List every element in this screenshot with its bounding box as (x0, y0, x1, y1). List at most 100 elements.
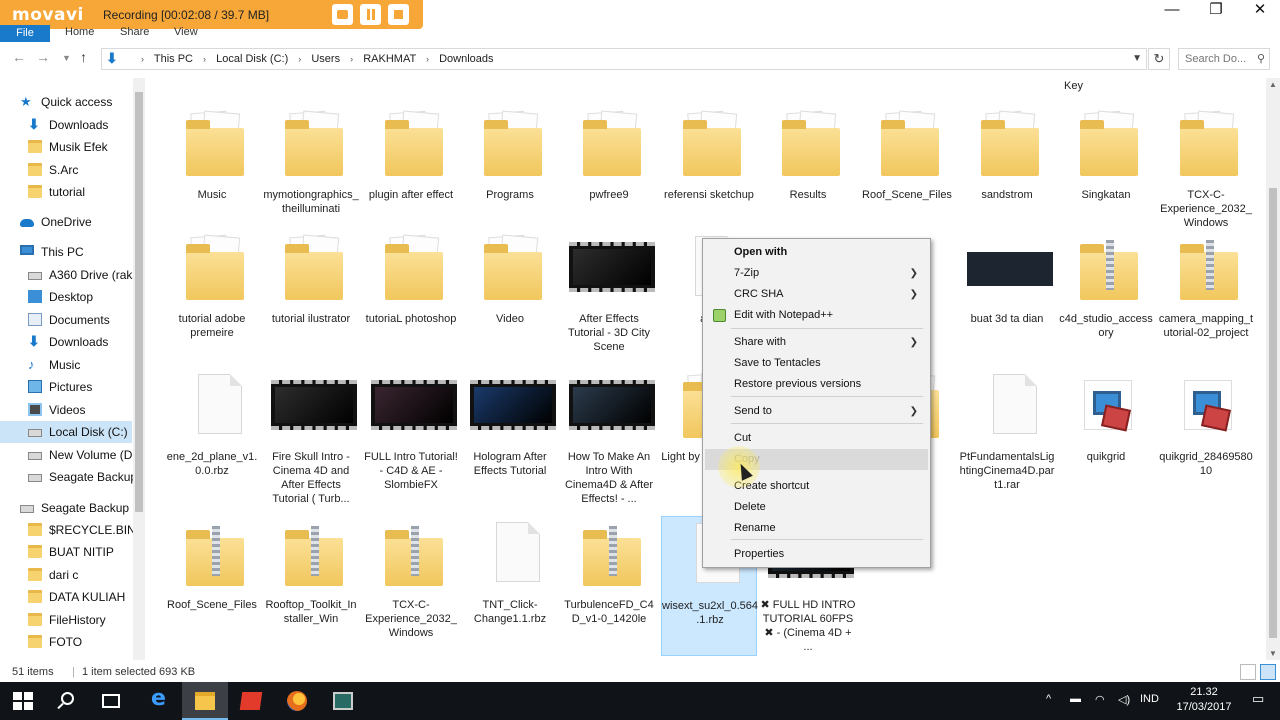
file-item[interactable]: buat 3d ta dian (959, 230, 1055, 370)
clock[interactable]: 21.32 17/03/2017 (1164, 685, 1244, 715)
file-item[interactable]: quikgrid (1058, 368, 1154, 508)
search-box[interactable]: ⚲ (1178, 48, 1270, 70)
menu-item[interactable]: CRC SHA ❯ (705, 284, 928, 305)
sidebar-item[interactable]: S.Arc (0, 159, 132, 181)
file-item[interactable]: How To Make An Intro With Cinema4D & Aft… (561, 368, 657, 508)
file-item[interactable]: TurbulenceFD_C4D_v1-0_1420le (561, 516, 657, 656)
minimize-button[interactable]: — (1150, 0, 1194, 22)
task-view-button[interactable] (89, 682, 135, 720)
sketchup-button[interactable] (228, 682, 274, 720)
search-input[interactable] (1185, 50, 1255, 68)
menu-item[interactable]: Rename (705, 518, 928, 539)
menu-item[interactable]: Properties (705, 544, 928, 565)
file-item[interactable]: mymotiongraphics_theilluminati (263, 106, 359, 246)
crumb-local-disk[interactable]: Local Disk (C:) (216, 53, 288, 65)
sidebar-item[interactable]: FileHistory (0, 609, 132, 631)
tab-view[interactable]: View (174, 26, 198, 38)
chevron-right-icon[interactable]: › (203, 54, 206, 64)
pause-icon[interactable] (360, 4, 381, 25)
file-item[interactable]: c4d_studio_accessory (1058, 230, 1154, 370)
sidebar-item[interactable]: Seagate Backup P (0, 497, 140, 519)
nav-scrollbar[interactable] (133, 78, 145, 660)
sidebar-item[interactable]: Desktop (0, 286, 132, 308)
volume-icon[interactable]: ◁) (1118, 693, 1130, 706)
file-item[interactable]: Fire Skull Intro - Cinema 4D and After E… (263, 368, 359, 508)
file-item[interactable]: plugin after effect (363, 106, 459, 246)
network-icon[interactable]: ◠ (1095, 693, 1105, 706)
menu-item[interactable]: Save to Tentacles (705, 353, 928, 374)
sidebar-item[interactable]: A360 Drive (rakh (0, 264, 139, 286)
sidebar-item[interactable]: OneDrive (0, 211, 132, 233)
chevron-right-icon[interactable]: › (298, 54, 301, 64)
file-item[interactable]: Music (164, 106, 260, 246)
sidebar-item[interactable]: Pictures (0, 376, 132, 398)
file-item[interactable]: Singkatan (1058, 106, 1154, 246)
sidebar-item[interactable]: dari c (0, 564, 132, 586)
menu-item[interactable]: Open with (705, 242, 928, 263)
file-item[interactable]: TCX-C-Experience_2032_Windows (1158, 106, 1254, 246)
file-item[interactable]: sandstrom (959, 106, 1055, 246)
vertical-scrollbar[interactable]: ▲ ▼ (1266, 78, 1280, 660)
menu-item[interactable]: Edit with Notepad++ (705, 305, 928, 326)
sidebar-item[interactable]: FOTO (0, 631, 132, 653)
scroll-thumb[interactable] (135, 92, 143, 512)
sidebar-item[interactable]: Seagate Backup (0, 466, 137, 488)
file-item[interactable]: tutorial ilustrator (263, 230, 359, 370)
file-item[interactable]: FULL Intro Tutorial! - C4D & AE - Slombi… (363, 368, 459, 508)
address-bar[interactable]: ⬇ › This PC › Local Disk (C:) › Users › … (101, 48, 1147, 70)
sidebar-item[interactable]: This PC (0, 241, 132, 263)
chevron-down-icon[interactable]: ▼ (1132, 53, 1142, 64)
menu-item[interactable]: Share with ❯ (705, 332, 928, 353)
file-item[interactable]: Roof_Scene_Files (164, 516, 260, 656)
sidebar-item[interactable]: Local Disk (C:) (0, 421, 132, 443)
details-view-icon[interactable] (1240, 664, 1256, 680)
file-item[interactable]: TNT_Click-Change1.1.rbz (462, 516, 558, 656)
tab-share[interactable]: Share (120, 26, 149, 38)
scroll-thumb[interactable] (1269, 188, 1277, 638)
sidebar-item[interactable]: ♪ Music (0, 354, 132, 376)
crumb-rakhmat[interactable]: RAKHMAT (363, 53, 416, 65)
search-taskbar-button[interactable] (44, 682, 90, 720)
scroll-up-icon[interactable]: ▲ (1269, 80, 1277, 89)
sidebar-item[interactable]: New Volume (D: (0, 444, 136, 466)
menu-item[interactable]: 7-Zip ❯ (705, 263, 928, 284)
tab-home[interactable]: Home (65, 26, 94, 38)
file-item[interactable]: TCX-C-Experience_2032_Windows (363, 516, 459, 656)
sidebar-item[interactable]: Musik Efek (0, 136, 132, 158)
movavi-button[interactable] (320, 682, 366, 720)
forward-arrow-icon[interactable]: → (36, 49, 50, 65)
sidebar-item[interactable]: DATA KULIAH (0, 586, 132, 608)
menu-item[interactable]: Restore previous versions (705, 374, 928, 395)
sidebar-item[interactable]: Documents (0, 309, 132, 331)
camera-icon[interactable] (332, 4, 353, 25)
file-item[interactable]: PtFundamentalsLightingCinema4D.part1.rar (959, 368, 1055, 508)
file-item[interactable]: quikgrid_2846958010 (1158, 368, 1254, 508)
maximize-button[interactable]: ❐ (1194, 0, 1238, 22)
up-arrow-icon[interactable]: ↑ (80, 49, 87, 65)
language-indicator[interactable]: IND (1140, 693, 1159, 705)
recent-chevron-icon[interactable]: ▼ (62, 53, 71, 63)
refresh-button[interactable]: ↻ (1148, 48, 1170, 70)
file-item[interactable]: Rooftop_Toolkit_Installer_Win (263, 516, 359, 656)
tray-chevron-up-icon[interactable]: ^ (1046, 693, 1051, 705)
tray-app-icon[interactable]: ▬ (1070, 693, 1081, 705)
file-item[interactable]: referensi sketchup (661, 106, 757, 246)
file-item[interactable]: Results (760, 106, 856, 246)
file-item[interactable]: Programs (462, 106, 558, 246)
menu-item[interactable]: Send to ❯ (705, 401, 928, 422)
file-item[interactable]: pwfree9 (561, 106, 657, 246)
menu-item[interactable]: Delete (705, 497, 928, 518)
file-item[interactable]: Roof_Scene_Files (859, 106, 955, 246)
edge-button[interactable]: e (136, 682, 182, 720)
sidebar-item[interactable]: tutorial (0, 181, 132, 203)
file-item[interactable]: tutorial adobe premeire (164, 230, 260, 370)
chevron-right-icon[interactable]: › (426, 54, 429, 64)
file-item[interactable]: Video (462, 230, 558, 370)
file-item[interactable]: Hologram After Effects Tutorial (462, 368, 558, 508)
firefox-button[interactable] (274, 682, 320, 720)
crumb-downloads[interactable]: Downloads (439, 53, 493, 65)
chevron-right-icon[interactable]: › (350, 54, 353, 64)
tab-file[interactable]: File (0, 25, 50, 42)
sidebar-item[interactable]: ⬇ Downloads (0, 331, 132, 353)
file-item[interactable]: tutoriaL photoshop (363, 230, 459, 370)
